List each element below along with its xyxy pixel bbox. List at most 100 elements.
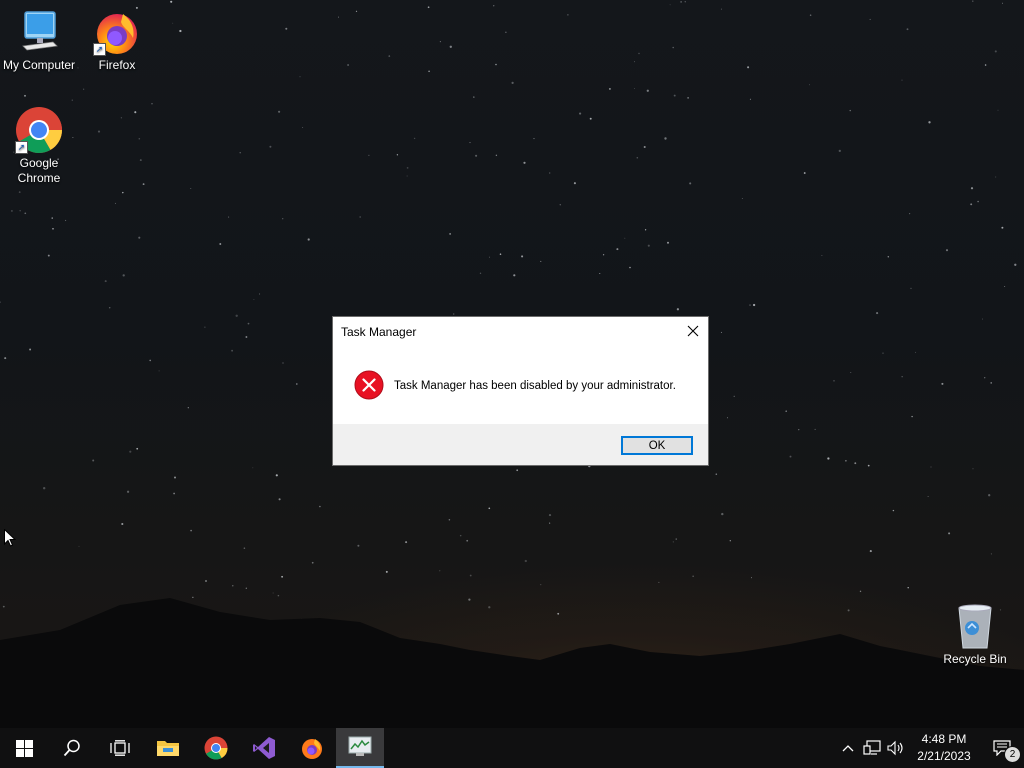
task-view-button[interactable] <box>96 728 144 768</box>
star <box>882 352 884 354</box>
star <box>689 182 692 185</box>
star <box>97 130 101 133</box>
taskbar-visual-studio[interactable] <box>240 728 288 768</box>
star <box>849 109 851 112</box>
star <box>19 210 21 212</box>
star <box>479 272 482 274</box>
star <box>616 248 619 251</box>
taskbar-file-explorer[interactable] <box>144 728 192 768</box>
desktop-icon-firefox[interactable]: ➚ Firefox <box>78 8 156 73</box>
task-manager-icon <box>348 736 372 756</box>
star <box>741 197 743 199</box>
show-hidden-icons-button[interactable] <box>836 728 860 768</box>
desktop-icon-label: Google Chrome <box>17 156 61 185</box>
star <box>994 50 997 53</box>
star <box>469 142 471 144</box>
star <box>0 301 1 303</box>
star <box>473 96 475 98</box>
star <box>347 64 350 66</box>
star <box>523 161 526 164</box>
star <box>573 182 576 185</box>
error-icon <box>354 370 384 400</box>
dialog-close-button[interactable] <box>678 317 708 345</box>
star <box>83 88 85 90</box>
star <box>589 117 592 120</box>
star <box>675 538 677 540</box>
star <box>727 417 729 419</box>
star <box>459 534 462 537</box>
star <box>488 507 491 510</box>
star <box>915 351 917 353</box>
star <box>453 313 455 315</box>
taskbar-firefox[interactable] <box>288 728 336 768</box>
star <box>172 22 174 24</box>
star <box>803 172 806 174</box>
star <box>684 1 686 3</box>
star <box>136 447 139 450</box>
star <box>721 512 724 516</box>
dialog-title: Task Manager <box>341 325 417 339</box>
taskbar-clock[interactable]: 4:48 PM 2/21/2023 <box>908 731 980 765</box>
network-button[interactable] <box>860 728 884 768</box>
search-button[interactable] <box>48 728 96 768</box>
star <box>355 10 358 12</box>
star <box>170 0 173 3</box>
star <box>680 1 682 3</box>
star <box>747 66 750 69</box>
star <box>149 359 152 362</box>
star <box>204 326 206 328</box>
task-view-icon <box>110 740 130 756</box>
star <box>821 255 823 256</box>
star <box>190 529 192 532</box>
star <box>972 468 974 470</box>
star <box>505 31 507 33</box>
star <box>636 157 639 159</box>
ok-button[interactable]: OK <box>621 436 693 455</box>
star <box>516 469 519 472</box>
clock-time: 4:48 PM <box>921 732 967 746</box>
star <box>850 372 852 373</box>
star <box>406 167 409 169</box>
desktop-icon-my-computer[interactable]: My Computer <box>0 8 78 73</box>
desktop-icon-google-chrome[interactable]: ➚ Google Chrome <box>0 106 78 186</box>
star <box>239 152 241 154</box>
star <box>319 505 321 508</box>
star <box>789 455 792 458</box>
star <box>808 84 811 86</box>
star <box>104 280 107 283</box>
star <box>667 241 669 244</box>
star <box>282 362 284 364</box>
action-center-button[interactable]: 2 <box>980 728 1024 768</box>
star <box>720 331 722 333</box>
desktop-icon-label: My Computer <box>2 58 76 72</box>
star <box>901 376 903 378</box>
star <box>638 52 640 55</box>
star <box>827 457 830 460</box>
star <box>930 466 932 468</box>
volume-button[interactable] <box>884 728 908 768</box>
star <box>977 200 979 203</box>
taskbar-chrome[interactable] <box>192 728 240 768</box>
star <box>984 377 986 379</box>
star <box>253 298 255 300</box>
star <box>138 138 141 140</box>
notification-count-badge: 2 <box>1004 746 1021 763</box>
star <box>672 46 674 49</box>
star <box>285 27 288 30</box>
star <box>269 145 272 148</box>
chevron-up-icon <box>842 745 854 752</box>
desktop: My Computer ➚ Firefox ➚ Google Chrome Re… <box>0 0 1024 728</box>
star <box>549 172 551 174</box>
star <box>643 145 646 149</box>
clock-date: 2/21/2023 <box>917 749 971 763</box>
desktop-icon-recycle-bin[interactable]: Recycle Bin <box>936 602 1014 667</box>
star <box>275 474 278 477</box>
star <box>396 154 399 156</box>
star <box>549 522 551 524</box>
taskbar-task-manager[interactable] <box>336 728 384 768</box>
speaker-icon <box>887 740 903 756</box>
start-button[interactable] <box>0 728 48 768</box>
search-icon <box>63 739 80 757</box>
star <box>282 218 284 220</box>
shortcut-arrow-icon: ➚ <box>93 43 106 56</box>
